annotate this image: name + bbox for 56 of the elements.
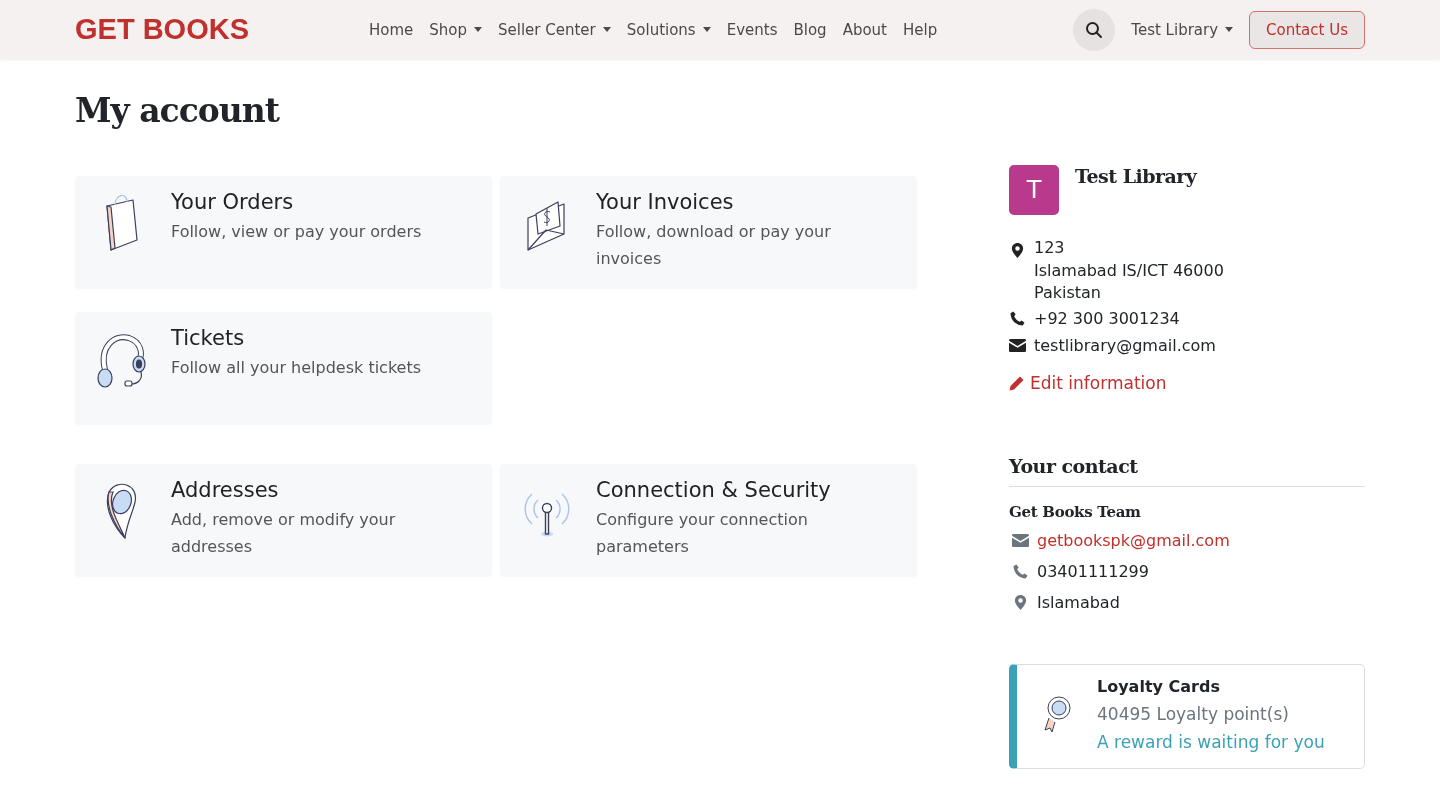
address-line: Pakistan [1034,282,1102,304]
caret-icon [702,27,711,32]
card-title: Addresses [171,478,280,502]
card-title: Connection & Security [596,478,832,502]
nav-link[interactable]: About [842,20,887,39]
contact-name: Get Books Team [1009,502,1142,521]
profile-name: Test Library [1075,165,1197,187]
contact-button[interactable]: Contact Us [1249,10,1365,49]
card-description: Add, remove or modify your addresses [171,509,397,558]
phone-icon [1012,563,1029,579]
phone-icon [1009,310,1026,326]
account-card[interactable]: Your Invoices Follow, download or pay your invoices [500,176,917,288]
card-description: Configure your connection parameters [596,509,809,558]
card-description: Follow all your helpdesk tickets [171,357,422,379]
card-description: Follow, download or pay your invoices [596,221,832,270]
email-address: testlibrary@gmail.com [1034,334,1216,357]
city: Islamabad [1037,591,1120,614]
user-menu[interactable]: Test Library [1131,20,1234,39]
phone-number: +92 300 3001234 [1034,307,1180,330]
loyalty-title: Loyalty Cards [1097,676,1221,696]
brand-logo[interactable]: GET BOOKS [75,13,369,46]
address-line: Islamabad IS/ICT 46000 [1034,259,1224,282]
email-link[interactable]: getbookspk@gmail.com [1037,524,1230,556]
medal-icon [1041,694,1073,734]
nav-link[interactable]: Shop [429,20,483,39]
location-pin-icon [1012,594,1029,610]
account-card[interactable]: Tickets Follow all your helpdesk tickets [75,312,492,424]
card-title: Your Orders [171,190,295,214]
account-card[interactable]: Your Orders Follow, view or pay your orders [75,176,492,288]
location-pin-icon [1009,243,1026,258]
nav-link[interactable]: Home [369,20,414,39]
nav-link[interactable]: Events [726,20,778,39]
caret-icon [1225,27,1234,32]
edit-information-link[interactable]: Edit information [1009,372,1365,393]
envelope-icon [1009,337,1026,353]
card-title: Tickets [171,326,246,350]
pencil-icon [1009,374,1025,391]
address-line: 123 [1034,237,1066,259]
nav-link[interactable]: Blog [793,20,827,39]
account-card[interactable]: Addresses Add, remove or modify your addresses [75,464,492,576]
avatar: T [1009,165,1059,215]
caret-icon [602,27,611,32]
caret-icon [474,27,483,32]
phone-number: 03401111299 [1037,560,1149,583]
search-icon [1085,20,1104,39]
loyalty-card[interactable]: Loyalty Cards 40495 Loyalty point(s) A reward is waiting for you [1009,663,1365,769]
section-heading: Your contact [1009,454,1365,487]
envelope-icon [1012,532,1029,548]
account-card[interactable]: Connection & Security Configure your connection parameters [500,464,917,576]
loyalty-points: 40495 Loyalty point(s) [1097,703,1290,724]
card-description: Follow, view or pay your orders [171,221,422,243]
nav-link[interactable]: Solutions [626,20,711,39]
nav-link[interactable]: Seller Center [498,20,611,39]
nav-link[interactable]: Help [903,20,938,39]
card-title: Your Invoices [596,190,735,214]
page-title: My account [75,91,281,130]
